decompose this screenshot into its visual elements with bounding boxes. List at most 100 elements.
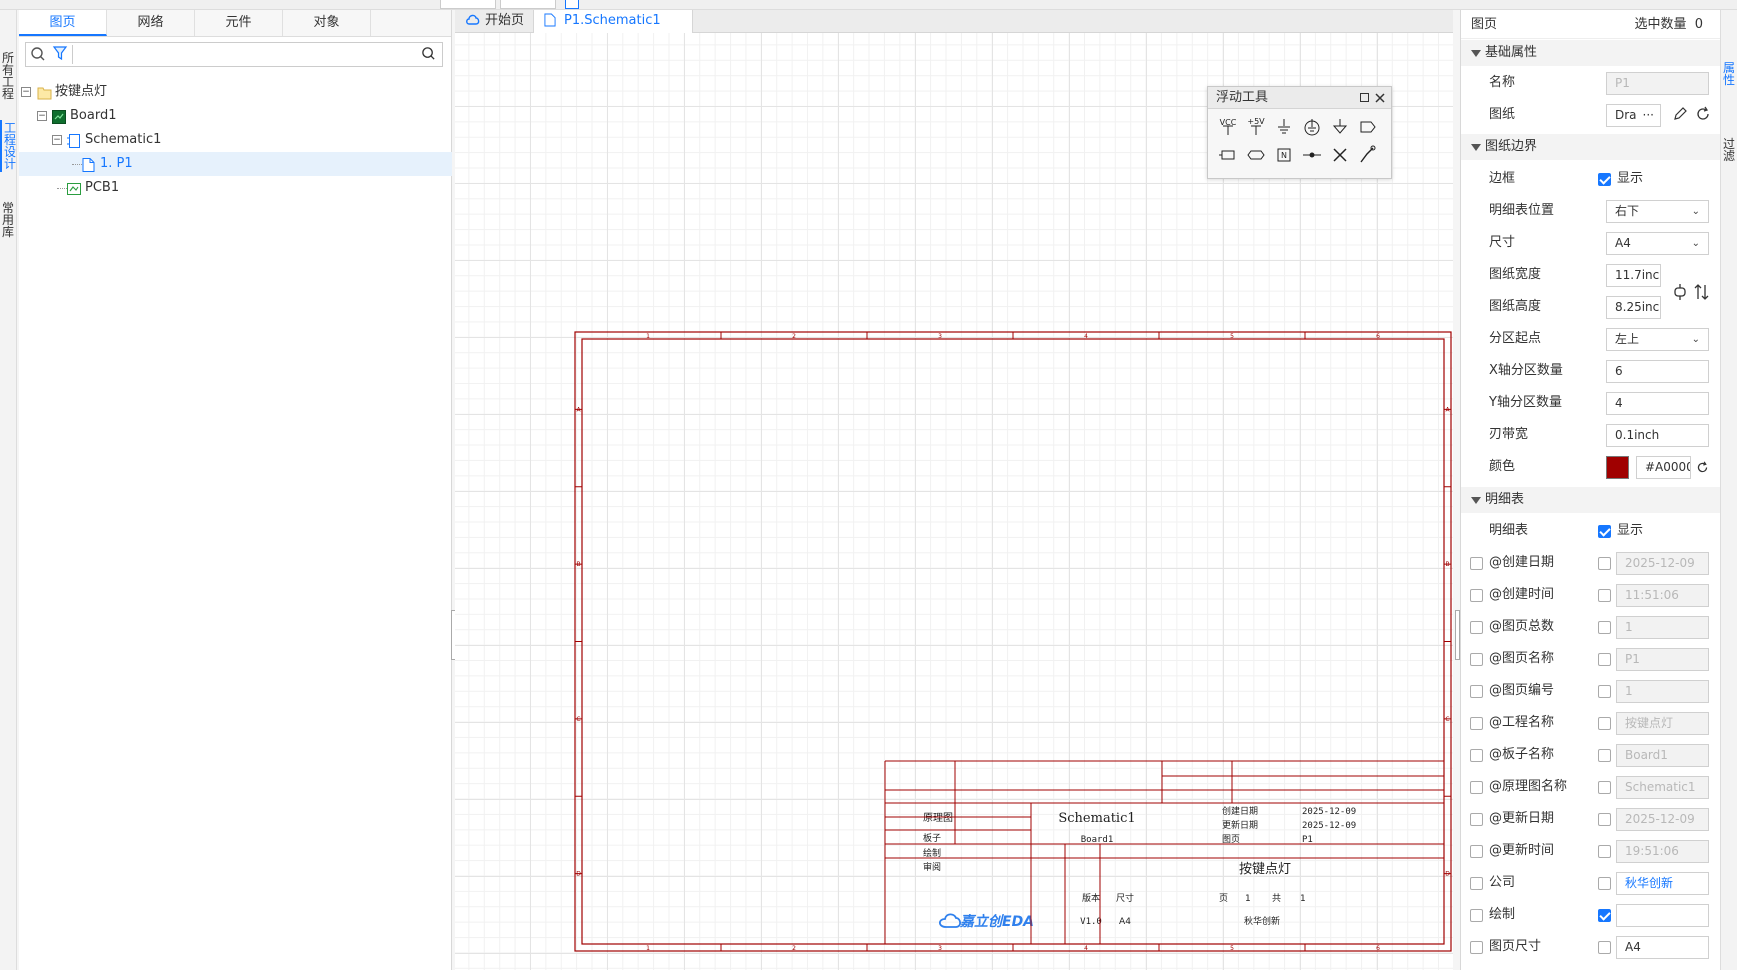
section-titleblock[interactable]: 明细表 [1461, 487, 1721, 513]
titleblock-show-checkbox[interactable] [1598, 525, 1611, 538]
field-show-checkbox[interactable] [1598, 621, 1611, 634]
no-connect-flag-icon[interactable]: N [1270, 141, 1298, 169]
tree-item-pcb[interactable]: PCB1 [19, 176, 452, 200]
field-value-input[interactable]: 1 [1616, 616, 1709, 639]
toolbar-input[interactable] [440, 0, 496, 9]
field-enable-checkbox[interactable] [1470, 845, 1483, 858]
tab-pages[interactable]: 图页 [19, 10, 107, 36]
filter-icon[interactable] [52, 45, 68, 65]
vtab-properties[interactable]: 属性 [1723, 62, 1736, 86]
field-enable-checkbox[interactable] [1470, 621, 1483, 634]
tab-objects[interactable]: 对象 [283, 10, 371, 36]
field-enable-checkbox[interactable] [1470, 717, 1483, 730]
field-show-checkbox[interactable] [1598, 685, 1611, 698]
power-port-icon[interactable]: +5V [1242, 113, 1270, 141]
y-zones-input[interactable]: 4 [1606, 392, 1709, 415]
field-show-checkbox[interactable] [1598, 845, 1611, 858]
field-value-input[interactable]: 2025-12-09 [1616, 808, 1709, 831]
tree-item-board[interactable]: − Board1 [19, 104, 452, 128]
tab-p1-schematic[interactable]: P1.Schematic1 [533, 10, 693, 33]
vcc-icon[interactable]: VCC [1214, 113, 1242, 141]
drawing-field[interactable]: Dra ··· [1606, 104, 1661, 127]
field-show-checkbox[interactable] [1598, 589, 1611, 602]
collapse-icon[interactable]: − [21, 87, 31, 97]
junction-icon[interactable] [1298, 141, 1326, 169]
off-page-icon[interactable] [1242, 141, 1270, 169]
field-enable-checkbox[interactable] [1470, 557, 1483, 570]
float-tools-panel[interactable]: 浮动工具 VCC +5V N [1207, 86, 1392, 179]
ground-icon[interactable] [1270, 113, 1298, 141]
field-enable-checkbox[interactable] [1470, 941, 1483, 954]
tree-item-page[interactable]: 1. P1 [19, 152, 452, 176]
net-label-icon[interactable] [1214, 141, 1242, 169]
field-enable-checkbox[interactable] [1470, 781, 1483, 794]
close-icon[interactable] [1375, 87, 1385, 110]
tab-nets[interactable]: 网络 [107, 10, 195, 36]
vtab-all-projects[interactable]: 所有工程 [0, 50, 16, 102]
field-enable-checkbox[interactable] [1470, 653, 1483, 666]
no-connect-icon[interactable] [1326, 141, 1354, 169]
field-enable-checkbox[interactable] [1470, 749, 1483, 762]
vtab-project-design[interactable]: 工程设计 [0, 120, 16, 172]
field-value-input[interactable]: 11:51:06 [1616, 584, 1709, 607]
tree-item-schematic[interactable]: − Schematic1 [19, 128, 452, 152]
net-port-icon[interactable] [1354, 113, 1382, 141]
toolbar-input[interactable] [500, 0, 556, 9]
swap-icon[interactable] [1694, 283, 1710, 305]
field-value-input[interactable]: 19:51:06 [1616, 840, 1709, 863]
tree-item-project[interactable]: − 按键点灯 [19, 80, 452, 104]
frame-show-checkbox[interactable] [1598, 173, 1611, 186]
margin-input[interactable]: 0.1inch [1606, 424, 1709, 447]
field-value-input[interactable]: P1 [1616, 648, 1709, 671]
color-swatch[interactable] [1606, 456, 1629, 479]
x-zones-input[interactable]: 6 [1606, 360, 1709, 383]
field-show-checkbox[interactable] [1598, 941, 1611, 954]
float-tools-header[interactable]: 浮动工具 [1208, 87, 1391, 109]
field-show-checkbox[interactable] [1598, 749, 1611, 762]
search-submit-icon[interactable] [421, 46, 436, 65]
search-input[interactable] [25, 42, 443, 67]
field-value-input[interactable]: Schematic1 [1616, 776, 1709, 799]
zone-origin-select[interactable]: 左上 ⌄ [1606, 328, 1709, 351]
reset-color-icon[interactable] [1696, 460, 1709, 478]
toolbar-button[interactable] [565, 0, 579, 9]
field-value-input[interactable]: 按键点灯 [1616, 712, 1709, 735]
field-show-checkbox[interactable] [1598, 653, 1611, 666]
field-value-input[interactable]: Board1 [1616, 744, 1709, 767]
titleblock-position-select[interactable]: 右下 ⌄ [1606, 200, 1709, 223]
field-value-input[interactable] [1616, 904, 1709, 927]
field-show-checkbox[interactable] [1598, 781, 1611, 794]
section-basic-attributes[interactable]: 基础属性 [1461, 40, 1721, 66]
field-enable-checkbox[interactable] [1470, 685, 1483, 698]
collapse-icon[interactable]: − [37, 111, 47, 121]
section-sheet-border[interactable]: 图纸边界 [1461, 134, 1721, 160]
field-enable-checkbox[interactable] [1470, 589, 1483, 602]
field-enable-checkbox[interactable] [1470, 877, 1483, 890]
signal-ground-icon[interactable] [1326, 113, 1354, 141]
tab-components[interactable]: 元件 [195, 10, 283, 36]
field-show-checkbox[interactable] [1598, 813, 1611, 826]
tab-start-page[interactable]: 开始页 [455, 10, 533, 33]
sheet-height-input[interactable]: 8.25inch [1606, 296, 1661, 319]
maximize-icon[interactable] [1360, 87, 1369, 109]
earth-ground-icon[interactable] [1298, 113, 1326, 141]
field-show-checkbox[interactable] [1598, 557, 1611, 570]
field-value-input[interactable]: 2025-12-09 [1616, 552, 1709, 575]
sheet-width-input[interactable]: 11.7inch [1606, 264, 1661, 287]
field-enable-checkbox[interactable] [1470, 813, 1483, 826]
color-input[interactable]: #A00000 [1636, 456, 1691, 479]
sheet-size-select[interactable]: A4 ⌄ [1606, 232, 1709, 255]
field-value-input[interactable]: A4 [1616, 936, 1709, 959]
field-value-input[interactable]: 秋华创新 [1616, 872, 1709, 895]
field-show-checkbox[interactable] [1598, 717, 1611, 730]
field-enable-checkbox[interactable] [1470, 909, 1483, 922]
field-show-checkbox[interactable] [1598, 877, 1611, 890]
name-field[interactable]: P1 [1606, 72, 1709, 95]
edit-icon[interactable] [1672, 106, 1688, 126]
lock-ratio-icon[interactable] [1671, 283, 1689, 305]
probe-icon[interactable] [1354, 141, 1382, 169]
refresh-icon[interactable] [1695, 106, 1711, 126]
field-show-checkbox[interactable] [1598, 909, 1611, 922]
vtab-common-library[interactable]: 常用库 [0, 200, 16, 240]
collapse-icon[interactable]: − [52, 135, 62, 145]
